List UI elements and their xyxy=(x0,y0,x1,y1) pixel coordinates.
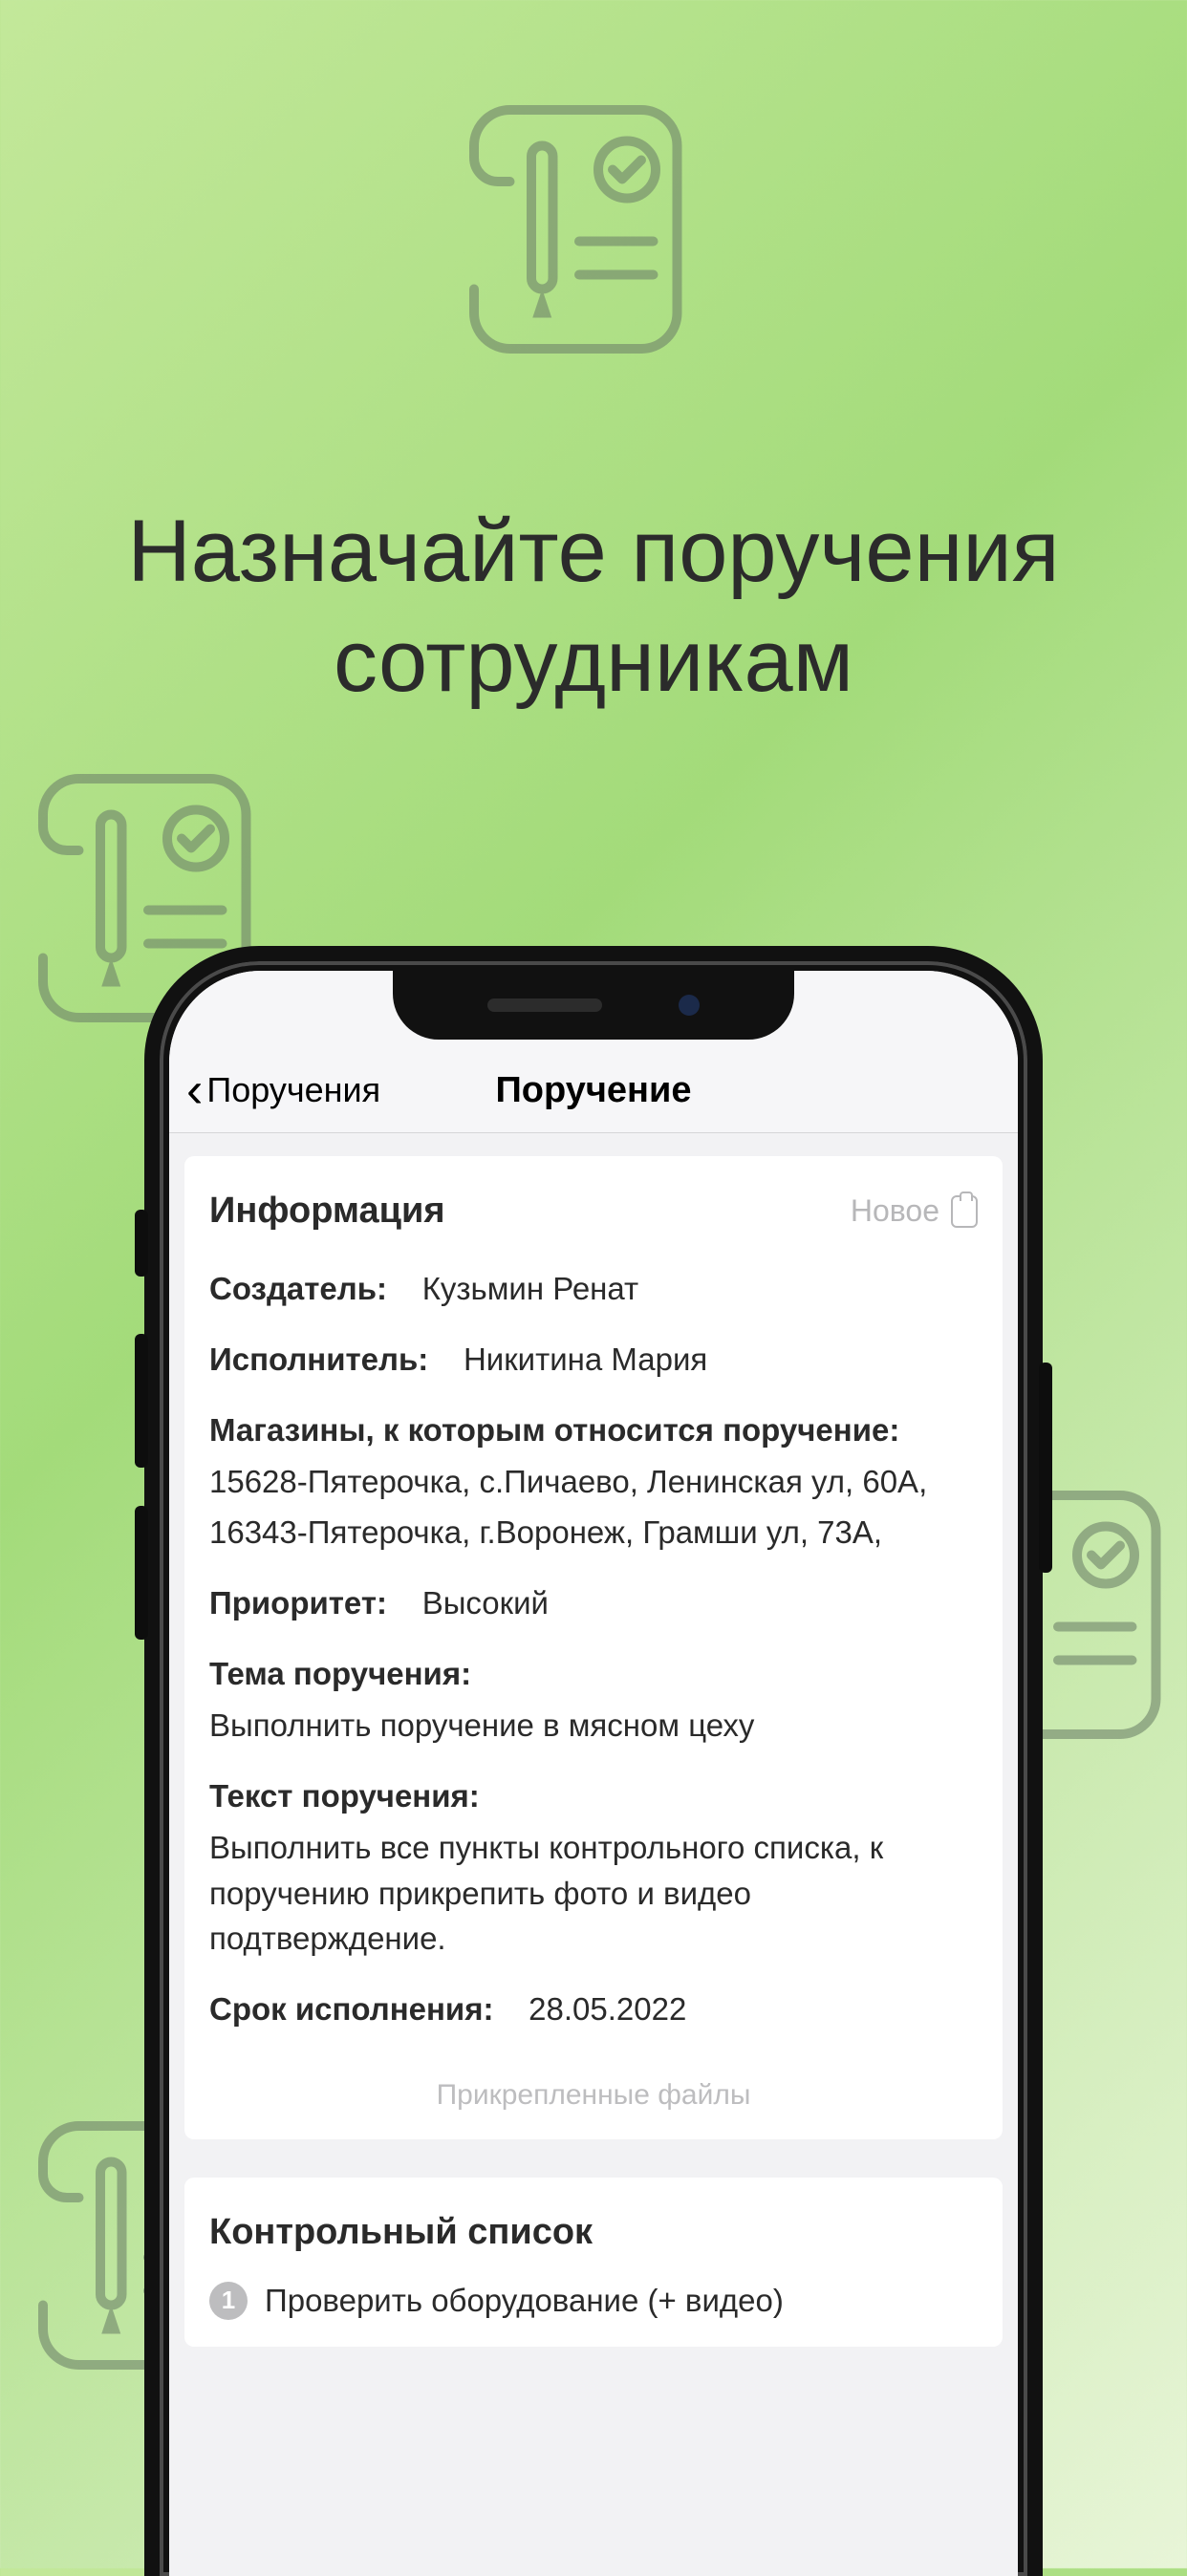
stores-label: Магазины, к которым относится поручение: xyxy=(209,1407,978,1453)
phone-side-button xyxy=(135,1334,148,1468)
stores-line-2: 16343-Пятерочка, г.Воронеж, Грамши ул, 7… xyxy=(209,1510,978,1556)
phone-side-button xyxy=(135,1210,148,1277)
checklist-item[interactable]: 1 Проверить оборудование (+ видео) xyxy=(209,2278,978,2324)
promo-headline-line2: сотрудникам xyxy=(334,612,853,710)
checklist-card: Контрольный список 1 Проверить оборудова… xyxy=(184,2178,1003,2347)
promo-headline: Назначайте поручения сотрудникам xyxy=(0,497,1187,717)
status-label: Новое xyxy=(851,1189,939,1233)
phone-side-button xyxy=(1039,1363,1052,1573)
phone-mock: ‹ Поручения Поручение Информация Новое xyxy=(144,946,1043,2576)
priority-label: Приоритет: xyxy=(209,1585,387,1621)
creator-label: Создатель: xyxy=(209,1271,387,1306)
checklist-title: Контрольный список xyxy=(209,2206,593,2259)
info-card: Информация Новое Создатель: Кузьмин Рена… xyxy=(184,1156,1003,2139)
body-label: Текст поручения: xyxy=(209,1773,978,1819)
info-card-title: Информация xyxy=(209,1185,445,1237)
priority-value: Высокий xyxy=(422,1585,549,1621)
assignee-label: Исполнитель: xyxy=(209,1342,428,1377)
subject-label: Тема поручения: xyxy=(209,1651,978,1697)
body-value: Выполнить все пункты контрольного списка… xyxy=(209,1825,978,1963)
checklist-item-number: 1 xyxy=(209,2282,248,2320)
promo-headline-line1: Назначайте поручения xyxy=(127,503,1059,600)
stores-line-1: 15628-Пятерочка, с.Пичаево, Ленинская ул… xyxy=(209,1459,978,1505)
scroll-pencil-icon xyxy=(450,86,737,373)
checklist-item-text: Проверить оборудование (+ видео) xyxy=(265,2278,784,2324)
deadline-label: Срок исполнения: xyxy=(209,1991,493,2027)
creator-value: Кузьмин Ренат xyxy=(422,1271,638,1306)
clipboard-icon xyxy=(951,1195,978,1228)
subject-value: Выполнить поручение в мясном цеху xyxy=(209,1703,978,1749)
phone-notch xyxy=(393,971,794,1040)
page-title: Поручение xyxy=(169,1070,1018,1111)
deadline-value: 28.05.2022 xyxy=(529,1991,686,2027)
assignee-value: Никитина Мария xyxy=(464,1342,707,1377)
status-badge: Новое xyxy=(851,1189,978,1233)
phone-side-button xyxy=(135,1506,148,1640)
attachments-label[interactable]: Прикрепленные файлы xyxy=(209,2057,978,2116)
